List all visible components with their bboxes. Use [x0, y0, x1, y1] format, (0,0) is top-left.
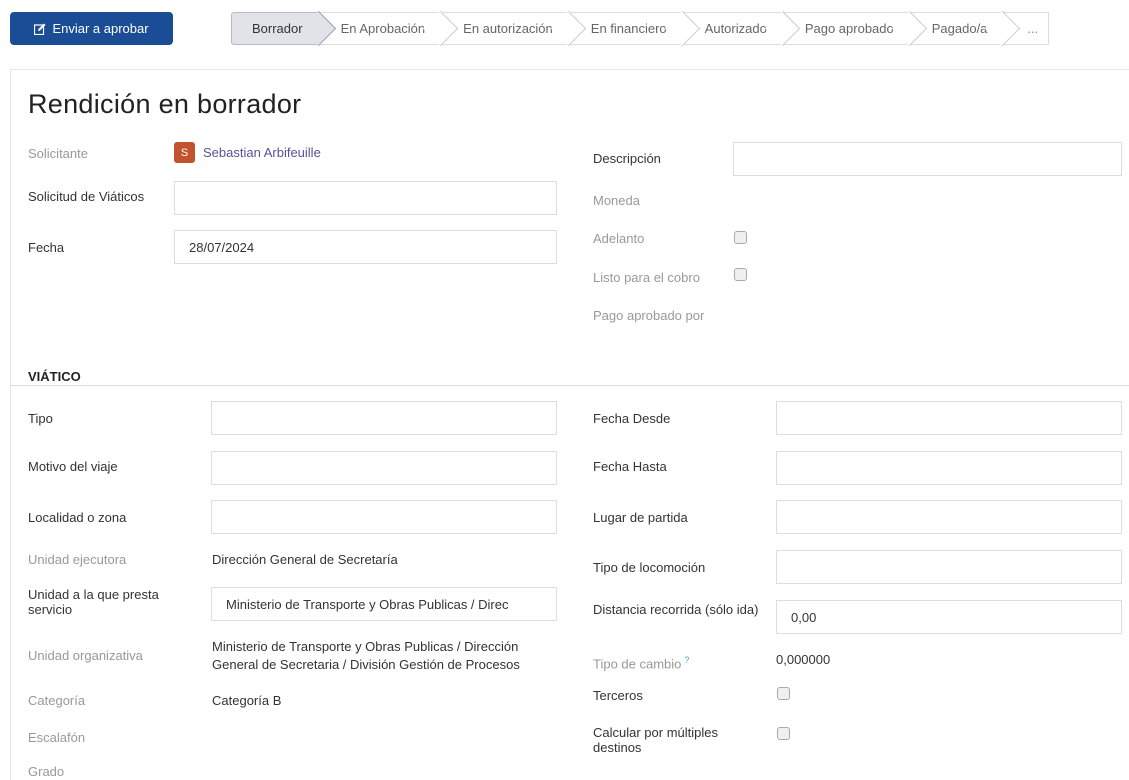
unidad-organizativa-label: Unidad organizativa: [28, 648, 143, 663]
stage-label: Autorizado: [704, 21, 767, 36]
solicitud-viaticos-field[interactable]: [174, 181, 557, 215]
stage-label: Pagado/a: [931, 21, 988, 36]
distancia-field[interactable]: 0,00: [776, 600, 1122, 634]
send-to-approve-label: Enviar a aprobar: [52, 21, 149, 36]
localidad-field[interactable]: [211, 500, 557, 534]
tipo-locomocion-label: Tipo de locomoción: [593, 560, 706, 575]
grado-label: Grado: [28, 764, 65, 779]
motivo-label: Motivo del viaje: [28, 459, 118, 474]
lugar-partida-label: Lugar de partida: [593, 510, 688, 525]
listo-cobro-label: Listo para el cobro: [593, 270, 700, 285]
terceros-checkbox[interactable]: [777, 687, 790, 700]
avatar: S: [174, 142, 195, 163]
lugar-partida-field[interactable]: [776, 500, 1122, 534]
stage-label: En Aprobación: [340, 21, 426, 36]
tipo-cambio-value: 0,000000: [776, 652, 831, 667]
categoria-label: Categoría: [28, 693, 86, 708]
descripcion-label: Descripción: [593, 151, 661, 166]
stage-borrador[interactable]: Borrador: [231, 10, 336, 47]
stage-pago-aprobado[interactable]: Pago aprobado: [782, 10, 927, 47]
adelanto-label: Adelanto: [593, 231, 645, 246]
fecha-label: Fecha: [28, 240, 65, 255]
terceros-label: Terceros: [593, 688, 643, 703]
solicitud-viaticos-label: Solicitud de Viáticos: [28, 189, 145, 204]
section-divider: [10, 385, 1129, 386]
descripcion-field[interactable]: [733, 142, 1122, 176]
multiples-destinos-checkbox[interactable]: [777, 727, 790, 740]
unidad-presta-field[interactable]: Ministerio de Transporte y Obras Publica…: [211, 587, 557, 621]
tipo-label: Tipo: [28, 411, 53, 426]
tipo-cambio-label: Tipo de cambio?: [593, 653, 689, 671]
fecha-field[interactable]: 28/07/2024: [174, 230, 557, 264]
motivo-field[interactable]: [211, 451, 557, 485]
fecha-desde-field[interactable]: [776, 401, 1122, 435]
unidad-ejecutora-value: Dirección General de Secretaría: [212, 552, 398, 567]
stage-en-autorizacion[interactable]: En autorización: [441, 10, 586, 47]
adelanto-checkbox[interactable]: [734, 231, 747, 244]
localidad-label: Localidad o zona: [28, 510, 127, 525]
multiples-destinos-label: Calcular por múltiples destinos: [593, 725, 718, 755]
categoria-value: Categoría B: [212, 693, 282, 708]
control-panel: Enviar a aprobar Borrador En Aprobación …: [0, 0, 1129, 52]
stage-more-label: ...: [1027, 21, 1039, 36]
solicitante-link[interactable]: Sebastian Arbifeuille: [203, 145, 321, 160]
tipo-field[interactable]: [211, 401, 557, 435]
edit-icon: [34, 23, 46, 35]
distancia-label: Distancia recorrida (sólo ida): [593, 602, 759, 617]
stage-label: En autorización: [463, 21, 553, 36]
unidad-organizativa-value: Ministerio de Transporte y Obras Publica…: [212, 639, 520, 672]
page-title: Rendición en borrador: [28, 89, 302, 119]
stage-en-aprobacion[interactable]: En Aprobación: [318, 10, 459, 47]
escalafon-label: Escalafón: [28, 730, 86, 745]
listo-cobro-checkbox[interactable]: [734, 268, 747, 281]
pago-aprobado-label: Pago aprobado por: [593, 308, 705, 323]
tipo-locomocion-field[interactable]: [776, 550, 1122, 584]
moneda-label: Moneda: [593, 193, 640, 208]
solicitante-label: Solicitante: [28, 146, 88, 161]
fecha-hasta-field[interactable]: [776, 451, 1122, 485]
stage-label: Pago aprobado: [804, 21, 894, 36]
fecha-hasta-label: Fecha Hasta: [593, 459, 667, 474]
unidad-ejecutora-label: Unidad ejecutora: [28, 552, 127, 567]
fecha-desde-label: Fecha Desde: [593, 411, 671, 426]
status-bar: Borrador En Aprobación En autorización E…: [231, 10, 1050, 47]
stage-label: Borrador: [252, 21, 303, 36]
help-icon[interactable]: ?: [684, 655, 689, 665]
stage-label: En financiero: [590, 21, 667, 36]
unidad-presta-label: Unidad a la que presta servicio: [28, 587, 159, 617]
tipo-cambio-label-text: Tipo de cambio: [593, 656, 682, 672]
send-to-approve-button[interactable]: Enviar a aprobar: [10, 12, 173, 45]
section-title-viatico: VIÁTICO: [28, 369, 81, 384]
